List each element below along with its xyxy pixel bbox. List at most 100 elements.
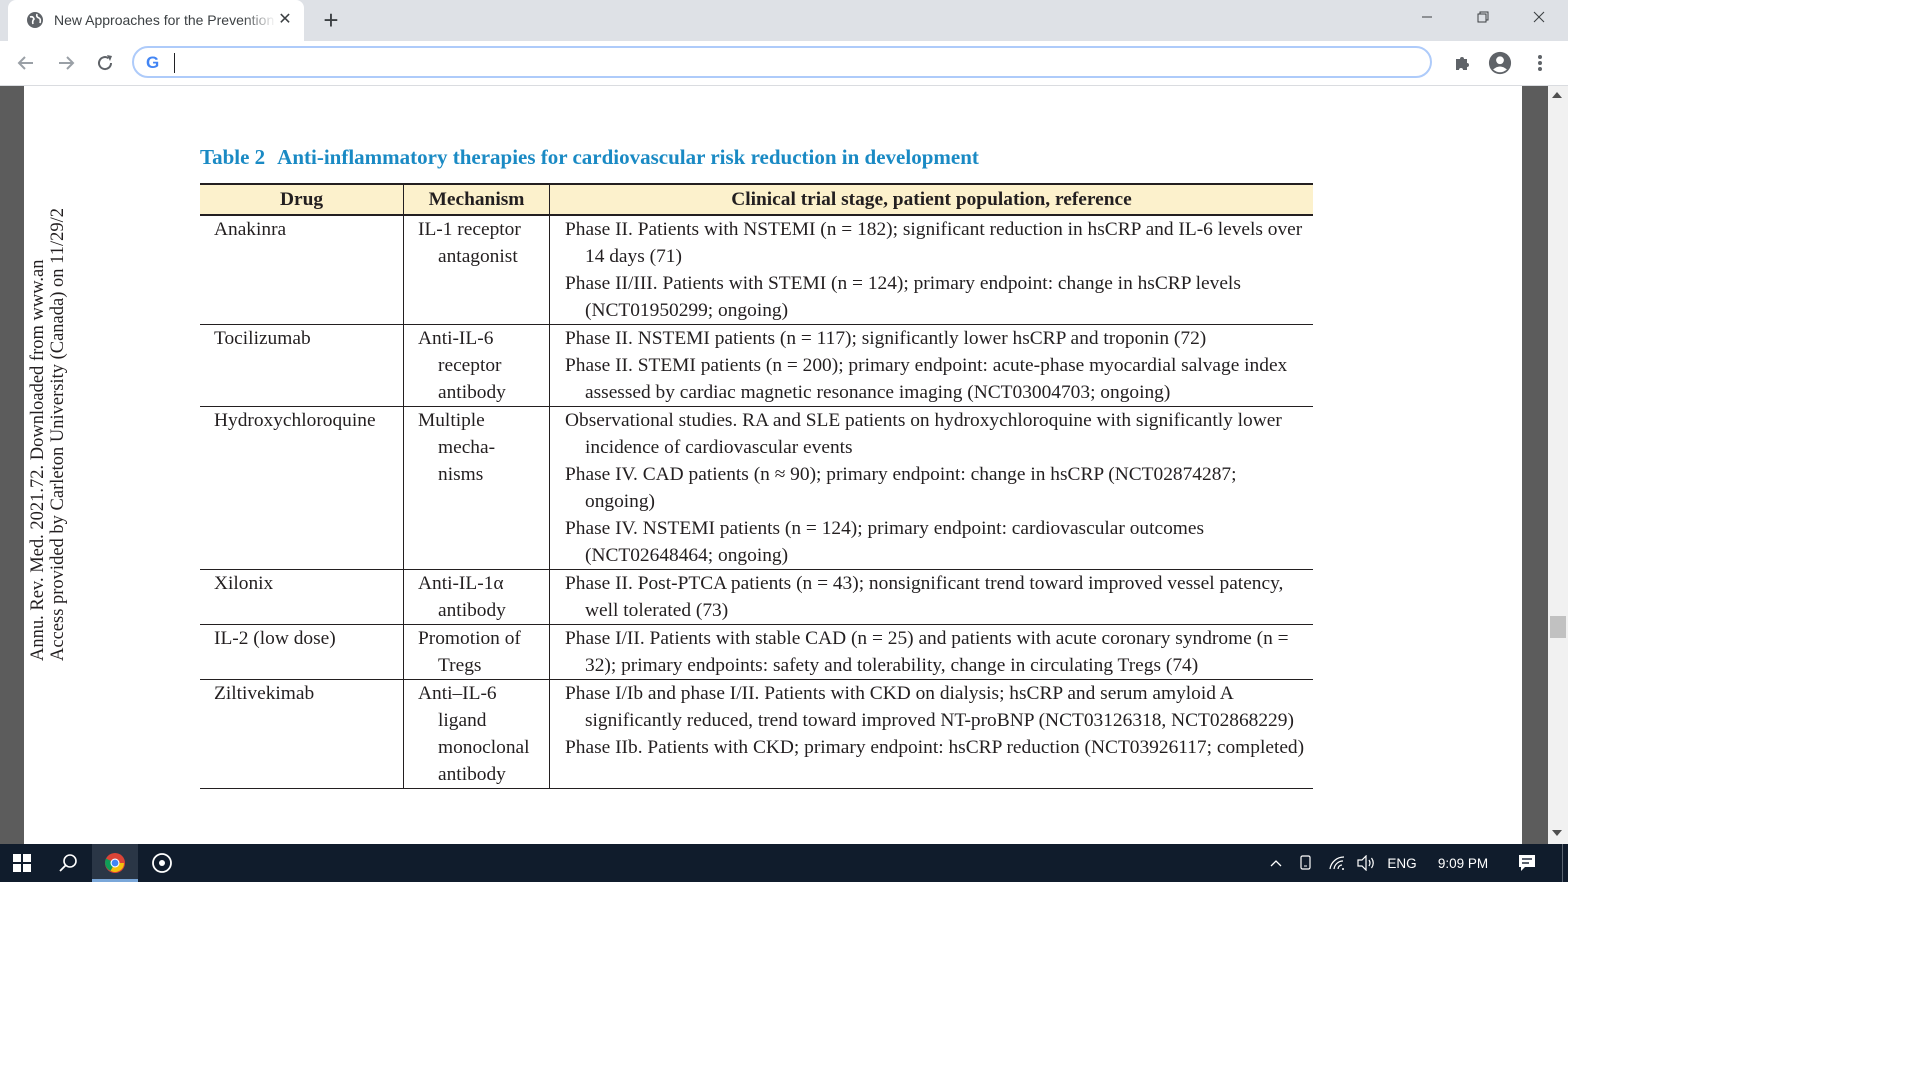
back-button[interactable] xyxy=(14,51,38,75)
clock[interactable]: 9:09 PM xyxy=(1430,844,1496,882)
more-vert-icon xyxy=(1538,55,1542,71)
trial-entry: Phase II. Post-PTCA patients (n = 43); n… xyxy=(565,573,1284,621)
therapies-table: Drug Mechanism Clinical trial stage, pat… xyxy=(200,183,1313,789)
puzzle-icon xyxy=(1456,57,1469,70)
show-hidden-icons-button[interactable] xyxy=(1266,844,1286,882)
mechanism-line: antibody xyxy=(438,764,506,785)
extensions-button[interactable] xyxy=(1450,51,1474,75)
address-input[interactable] xyxy=(172,51,1412,73)
taskbar: ENG 9:09 PM xyxy=(0,844,1568,882)
chrome-icon xyxy=(105,853,125,873)
table-header-row: Drug Mechanism Clinical trial stage, pat… xyxy=(200,183,1313,216)
tab-strip: New Approaches for the Prevention ✕ + xyxy=(0,0,1568,41)
trial-entry: Phase I/II. Patients with stable CAD (n … xyxy=(565,628,1289,676)
close-icon xyxy=(1533,11,1545,23)
trials-cell: Phase II. Post-PTCA patients (n = 43); n… xyxy=(549,569,1313,625)
mechanism-cell: Anti-IL-1α antibody xyxy=(403,569,550,625)
meet-now-button[interactable] xyxy=(1296,844,1316,882)
table-number: Table 2 xyxy=(200,145,266,169)
vertical-scrollbar[interactable] xyxy=(1548,86,1568,844)
scroll-up-icon[interactable] xyxy=(1552,92,1562,98)
volume-button[interactable] xyxy=(1354,844,1378,882)
wifi-icon xyxy=(1329,856,1345,870)
drug-cell: Tocilizumab xyxy=(200,324,404,407)
device-icon xyxy=(1300,855,1311,870)
trials-cell: Phase I/II. Patients with stable CAD (n … xyxy=(549,624,1313,680)
network-button[interactable] xyxy=(1326,844,1348,882)
table-row: Anakinra IL-1 receptor antagonist Phase II.… xyxy=(200,215,1313,325)
table-caption: Table 2 Anti-inflammatory therapies for c… xyxy=(200,145,979,170)
forward-button[interactable] xyxy=(54,51,78,75)
restore-button[interactable] xyxy=(1456,0,1510,34)
download-notice-line1: Annu. Rev. Med. 2021.72. Downloaded from… xyxy=(28,259,48,661)
reload-button[interactable] xyxy=(93,51,117,75)
search-icon xyxy=(59,854,77,872)
table-row: Ziltivekimab Anti–IL-6 ligand monoclonal ant… xyxy=(200,679,1313,789)
show-desktop-button[interactable] xyxy=(1562,844,1563,882)
mechanism-line: nisms xyxy=(438,464,484,485)
pdf-margin-left xyxy=(0,86,24,844)
google-icon: G xyxy=(146,53,160,72)
drug-cell: Ziltivekimab xyxy=(200,679,404,789)
table-body: Anakinra IL-1 receptor antagonist Phase II.… xyxy=(200,215,1313,789)
table-row: Hydroxychloroquine Multiple mecha-nisms Obs… xyxy=(200,406,1313,570)
start-button[interactable] xyxy=(0,844,44,882)
browser-toolbar: G xyxy=(0,41,1568,86)
notification-icon xyxy=(1519,855,1535,871)
active-app-indicator xyxy=(92,879,138,882)
drug-cell: Xilonix xyxy=(200,569,404,625)
taskbar-search-button[interactable] xyxy=(46,844,90,882)
mechanism-line: Multiple xyxy=(418,410,485,431)
arrow-left-icon xyxy=(17,56,33,70)
input-language[interactable]: ENG xyxy=(1384,844,1420,882)
mechanism-line: antagonist xyxy=(438,246,518,267)
mechanism-line: monoclonal xyxy=(438,737,530,758)
trial-entry: Phase II/III. Patients with STEMI (n = 1… xyxy=(565,273,1241,321)
new-tab-button[interactable]: + xyxy=(318,7,344,34)
tab-title: New Approaches for the Prevention xyxy=(54,12,275,28)
text-caret xyxy=(174,53,175,73)
mechanism-line: Tregs xyxy=(438,655,482,676)
windows-icon xyxy=(13,854,31,872)
mechanism-cell: Promotion of Tregs xyxy=(403,624,550,680)
trial-entry: Phase I/Ib and phase I/II. Patients with… xyxy=(565,683,1294,731)
mechanism-line: Anti-IL-6 xyxy=(418,328,494,349)
column-header-drug: Drug xyxy=(200,183,404,216)
taskbar-chrome-button[interactable] xyxy=(92,844,138,882)
trial-entry: Phase II. NSTEMI patients (n = 117); sig… xyxy=(565,328,1207,349)
scroll-down-icon[interactable] xyxy=(1552,830,1562,836)
trial-entry: Observational studies. RA and SLE patien… xyxy=(565,410,1282,458)
table-title: Anti-inflammatory therapies for cardiova… xyxy=(277,145,979,169)
mechanism-line: mecha- xyxy=(438,437,496,458)
minimize-button[interactable] xyxy=(1400,0,1454,34)
close-window-button[interactable] xyxy=(1512,0,1566,34)
column-header-mechanism: Mechanism xyxy=(403,183,550,216)
trial-entry: Phase IV. NSTEMI patients (n = 124); pri… xyxy=(565,518,1205,566)
notifications-button[interactable] xyxy=(1512,844,1542,882)
profile-button[interactable] xyxy=(1488,51,1512,75)
reload-icon xyxy=(98,55,113,71)
trials-cell: Phase II. Patients with NSTEMI (n = 182)… xyxy=(549,215,1313,325)
address-bar[interactable]: G xyxy=(132,46,1432,78)
mechanism-line: Anti–IL-6 xyxy=(418,683,497,704)
mechanism-cell: Anti–IL-6 ligand monoclonal antibody xyxy=(403,679,550,789)
menu-button[interactable] xyxy=(1528,51,1552,75)
speaker-icon xyxy=(1357,855,1374,871)
mechanism-line: Promotion of xyxy=(418,628,521,649)
trials-cell: Phase II. NSTEMI patients (n = 117); sig… xyxy=(549,324,1313,407)
trial-entry: Phase IIb. Patients with CKD; primary en… xyxy=(565,737,1305,758)
taskbar-app-button[interactable] xyxy=(140,844,184,882)
mechanism-line: receptor xyxy=(438,355,502,376)
camera-app-icon xyxy=(152,853,172,873)
globe-icon xyxy=(26,11,44,29)
mechanism-line: Anti-IL-1α xyxy=(418,573,504,594)
scrollbar-thumb[interactable] xyxy=(1550,616,1566,638)
table-row: Xilonix Anti-IL-1α antibody Phase II. Post-… xyxy=(200,569,1313,625)
mechanism-line: ligand xyxy=(438,710,487,731)
tab-close-icon[interactable]: ✕ xyxy=(276,11,294,29)
download-notice-line2: Access provided by Carleton University (… xyxy=(48,208,68,661)
minimize-icon xyxy=(1422,16,1432,18)
mechanism-line: antibody xyxy=(438,600,506,621)
account-icon xyxy=(1488,51,1512,75)
browser-tab[interactable]: New Approaches for the Prevention ✕ xyxy=(8,0,304,41)
